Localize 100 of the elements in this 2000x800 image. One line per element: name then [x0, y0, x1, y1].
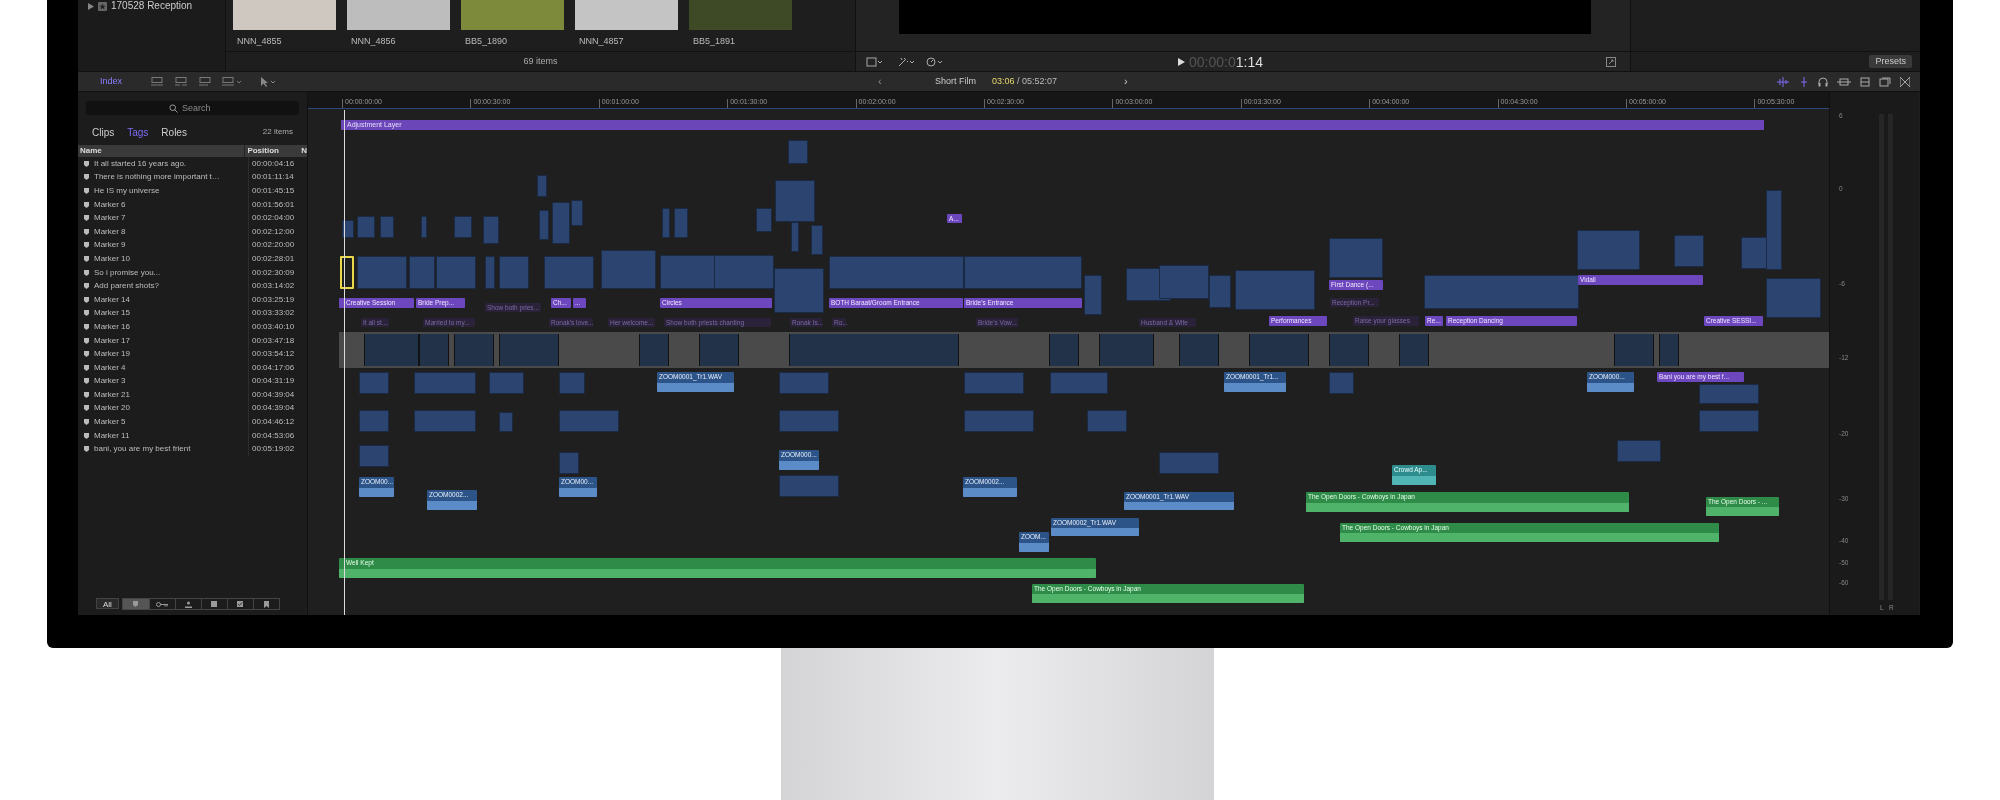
storyline-clip[interactable] [1099, 334, 1154, 366]
video-clip[interactable] [359, 445, 389, 467]
video-clip[interactable] [1209, 275, 1231, 308]
video-clip[interactable] [662, 208, 670, 238]
video-clip[interactable] [1674, 235, 1704, 267]
view-options-icon[interactable] [866, 56, 882, 67]
marker-name[interactable]: Marker 8 [94, 225, 248, 238]
storyline-clip[interactable] [1659, 334, 1679, 366]
photo-placeholder[interactable] [347, 0, 450, 30]
all-filter-button[interactable]: All [96, 598, 119, 609]
video-clip[interactable] [485, 256, 495, 289]
video-clip[interactable] [409, 256, 435, 289]
video-clip[interactable] [1087, 410, 1127, 432]
video-clip[interactable] [660, 255, 715, 289]
marker-name[interactable]: Marker 19 [94, 348, 248, 361]
video-clip[interactable] [380, 216, 394, 238]
video-clip[interactable] [774, 268, 824, 313]
marker-name[interactable]: Marker 16 [94, 320, 248, 333]
video-clip[interactable] [1329, 238, 1383, 278]
video-clip[interactable] [601, 250, 656, 289]
marker-name[interactable]: Marker 15 [94, 307, 248, 320]
video-clip[interactable] [539, 210, 549, 240]
marker-name[interactable]: bani, you are my best frient [94, 443, 248, 456]
video-clip[interactable] [964, 372, 1024, 394]
video-clip[interactable] [571, 200, 583, 226]
photo-placeholder[interactable] [575, 0, 678, 30]
storyline-clip[interactable] [1249, 334, 1309, 366]
headphones-icon[interactable] [1818, 76, 1828, 87]
video-clip[interactable] [1766, 278, 1821, 318]
marker-name[interactable]: There is nothing more important t… [94, 171, 248, 184]
video-clip[interactable] [489, 372, 524, 394]
video-clip[interactable] [788, 140, 808, 164]
video-clip[interactable] [499, 256, 529, 289]
marker-name[interactable]: Marker 20 [94, 402, 248, 415]
video-clip[interactable] [775, 180, 815, 222]
video-clip[interactable] [559, 372, 585, 394]
presets-dropdown[interactable]: Presets [1869, 55, 1912, 69]
storyline-clip[interactable] [1614, 334, 1654, 366]
video-clip[interactable] [559, 410, 619, 432]
marker-name[interactable]: So i promise you... [94, 266, 248, 279]
transitions-icon[interactable] [1900, 76, 1910, 87]
video-clip[interactable] [537, 175, 547, 197]
video-clip[interactable] [552, 202, 570, 244]
tab[interactable]: Clips [92, 124, 115, 140]
marker-name[interactable]: Marker 9 [94, 239, 248, 252]
marker-name[interactable]: Marker 21 [94, 388, 248, 401]
video-clip[interactable] [414, 372, 476, 394]
search-field[interactable]: Search [86, 101, 299, 115]
video-clip[interactable] [1329, 372, 1354, 394]
storyline-clip[interactable] [499, 334, 559, 366]
video-clip[interactable] [1699, 410, 1759, 432]
event-name[interactable]: 170528 Reception [111, 0, 193, 13]
marker-name[interactable]: Marker 10 [94, 252, 248, 265]
video-clip[interactable] [779, 475, 839, 497]
video-clip[interactable] [454, 216, 472, 238]
marker-name[interactable]: He IS my universe [94, 185, 248, 197]
audio-skimming-icon[interactable] [1776, 76, 1790, 87]
connect-clip-icon[interactable] [150, 76, 165, 87]
video-clip[interactable] [436, 256, 476, 289]
video-clip[interactable] [1741, 237, 1769, 269]
video-clip[interactable] [1084, 275, 1102, 315]
marker-name[interactable]: Marker 4 [94, 361, 248, 374]
marker-name[interactable]: It all started 16 years ago. [94, 157, 248, 170]
column-header[interactable]: N [300, 145, 307, 157]
marker-name[interactable]: Marker 6 [94, 198, 248, 211]
storyline-clip[interactable] [639, 334, 669, 366]
video-clip[interactable] [421, 216, 427, 238]
magic-wand-icon[interactable] [898, 56, 914, 67]
marker-name[interactable]: Marker 17 [94, 334, 248, 347]
solo-icon[interactable] [1837, 76, 1851, 87]
video-clip[interactable] [791, 222, 799, 252]
insert-clip-icon[interactable] [174, 76, 189, 87]
video-clip[interactable] [714, 255, 774, 289]
marker-name[interactable]: Add parent shots? [94, 280, 248, 293]
marker-filter-button[interactable] [122, 599, 149, 609]
skimming-icon[interactable] [1799, 76, 1809, 87]
marker-name[interactable]: Marker 14 [94, 293, 248, 306]
storyline-clip[interactable] [364, 334, 419, 366]
video-clip[interactable] [964, 256, 1082, 289]
photo-placeholder[interactable] [689, 0, 792, 30]
video-clip[interactable] [359, 372, 389, 394]
video-clip[interactable] [1159, 452, 1219, 474]
fullscreen-icon[interactable] [1606, 56, 1616, 67]
video-clip[interactable] [359, 410, 389, 432]
clip-appearance-icon[interactable] [1860, 76, 1870, 87]
photo-placeholder[interactable] [461, 0, 564, 30]
marker-name[interactable]: Marker 5 [94, 416, 248, 429]
video-clip[interactable] [1766, 190, 1782, 270]
column-header[interactable]: Position [244, 145, 301, 157]
storyline-clip[interactable] [454, 334, 494, 366]
storyline-clip[interactable] [789, 334, 959, 366]
marker-name[interactable]: Marker 7 [94, 212, 248, 225]
video-clip[interactable] [1159, 265, 1209, 299]
tab[interactable]: Roles [161, 124, 187, 140]
video-clip[interactable] [1424, 275, 1579, 309]
storyline-clip[interactable] [699, 334, 739, 366]
video-clip[interactable] [756, 208, 772, 232]
video-clip[interactable] [544, 256, 594, 289]
video-clip[interactable] [357, 216, 375, 238]
video-clip[interactable] [779, 410, 839, 432]
